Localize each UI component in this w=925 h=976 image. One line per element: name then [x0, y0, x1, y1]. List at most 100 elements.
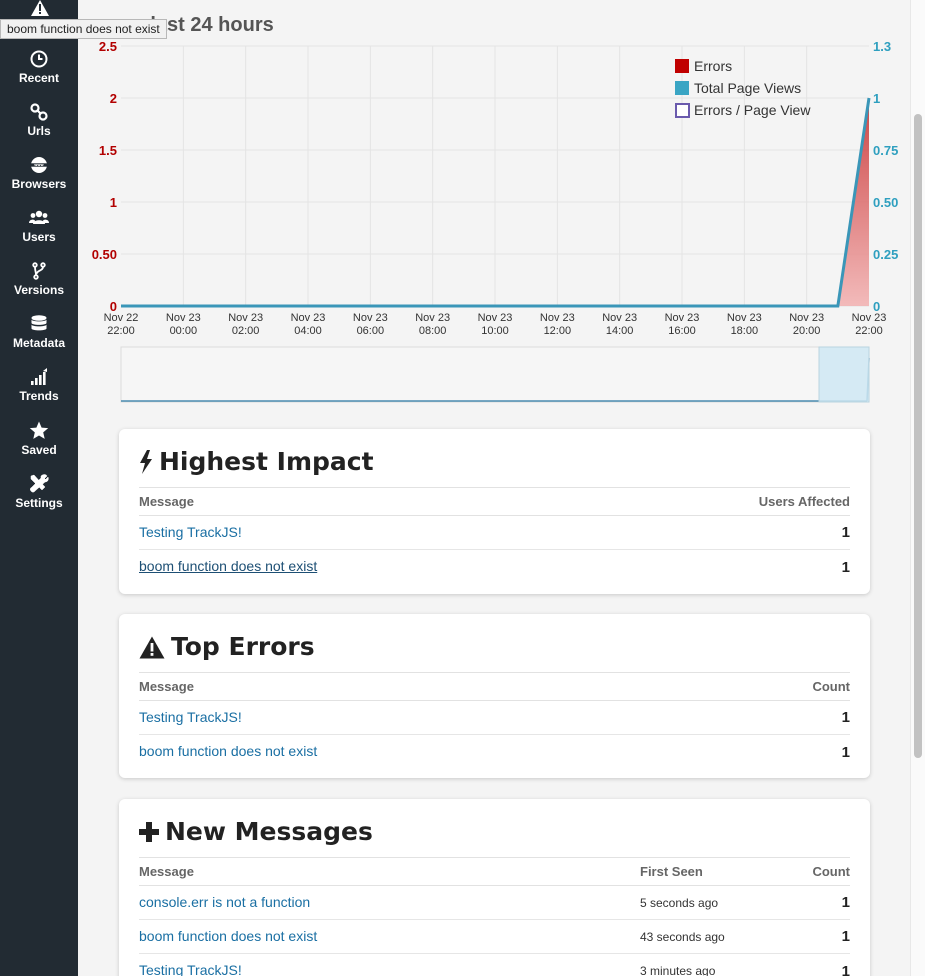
- error-link[interactable]: boom function does not exist: [139, 558, 317, 574]
- y-left-tick-label: 0.50: [92, 247, 117, 262]
- error-count: 1: [841, 743, 850, 761]
- card-title: Highest Impact: [139, 429, 850, 487]
- x-tick-label: Nov 23: [540, 312, 575, 324]
- nav-trends[interactable]: Trends: [0, 368, 78, 418]
- users-count: 1: [841, 558, 850, 576]
- x-tick-label: Nov 23: [291, 312, 326, 324]
- error-link[interactable]: console.err is not a function: [139, 894, 310, 910]
- table-row: Testing TrackJS! 1: [139, 516, 850, 550]
- error-link[interactable]: Testing TrackJS!: [139, 524, 242, 540]
- table-row: console.err is not a function 5 seconds …: [139, 886, 850, 920]
- range-navigator[interactable]: [120, 346, 870, 403]
- card-title-text: Top Errors: [171, 632, 315, 661]
- y-left-tick-label: 2: [110, 91, 117, 106]
- y-left-tick-label: 1: [110, 195, 117, 210]
- legend-swatch: [675, 59, 689, 73]
- table-row: boom function does not exist 43 seconds …: [139, 920, 850, 954]
- new-messages-card: New Messages Message First Seen Count co…: [119, 799, 870, 976]
- legend-label: Total Page Views: [694, 80, 801, 96]
- nav-saved[interactable]: Saved: [0, 421, 78, 471]
- x-tick-label: Nov 23: [727, 312, 762, 324]
- first-seen: 43 seconds ago: [640, 929, 725, 944]
- star-icon: [29, 421, 49, 439]
- nav-label: Saved: [21, 443, 57, 457]
- nav-label: Trends: [19, 389, 59, 403]
- dashboard-main: r last 24 hours Nov 22 22:00 Nov 23 00:00 No…: [78, 0, 910, 976]
- y-right-tick-label: 0.25: [873, 247, 898, 262]
- x-tick-label: 22:00: [855, 325, 883, 337]
- x-tick-label: Nov 23: [478, 312, 513, 324]
- x-tick-label: 22:00: [107, 325, 135, 337]
- bolt-icon: [140, 450, 152, 474]
- col-message: Message: [139, 679, 194, 694]
- y-left-tick-label: 0: [110, 299, 117, 314]
- x-tick-label: Nov 23: [228, 312, 263, 324]
- svg-text:www: www: [34, 163, 44, 167]
- col-count: Count: [812, 679, 850, 694]
- scrollbar-thumb[interactable]: [914, 114, 922, 758]
- database-icon: [31, 315, 47, 331]
- x-tick-label: 10:00: [481, 325, 509, 337]
- trends-icon: [31, 368, 47, 385]
- x-tick-label: Nov 23: [852, 312, 887, 324]
- error-link[interactable]: boom function does not exist: [139, 743, 317, 759]
- nav-label: Urls: [27, 124, 51, 138]
- warning-icon: [139, 636, 165, 658]
- sidebar-nav: Recent Urls www Browsers Users Versions …: [0, 0, 78, 976]
- nav-label: Recent: [18, 71, 59, 85]
- navigator-selection[interactable]: [818, 346, 870, 403]
- x-tick-label: 16:00: [668, 325, 696, 337]
- nav-versions[interactable]: Versions: [0, 262, 78, 312]
- x-tick-label: Nov 23: [166, 312, 201, 324]
- y-right-tick-label: 0.50: [873, 195, 898, 210]
- x-tick-label: 20:00: [793, 325, 821, 337]
- error-count: 1: [841, 709, 850, 726]
- branch-icon: [32, 262, 46, 280]
- nav-browsers[interactable]: www Browsers: [0, 156, 78, 206]
- nav-metadata[interactable]: Metadata: [0, 315, 78, 365]
- x-tick-label: 14:00: [606, 325, 634, 337]
- link-icon: [30, 103, 48, 121]
- nav-recent[interactable]: Recent: [0, 50, 78, 100]
- clock-icon: [30, 50, 48, 68]
- table-row: boom function does not exist 1: [139, 550, 850, 584]
- table-row: Testing TrackJS! 3 minutes ago 1: [139, 954, 850, 976]
- card-title: New Messages: [139, 799, 850, 857]
- top-errors-card: Top Errors Message Count Testing TrackJS…: [119, 614, 870, 778]
- nav-label: Users: [22, 230, 56, 244]
- error-link[interactable]: Testing TrackJS!: [139, 709, 242, 725]
- error-link[interactable]: Testing TrackJS!: [139, 962, 242, 976]
- col-message: Message: [139, 864, 194, 879]
- table-row: boom function does not exist 1: [139, 735, 850, 769]
- first-seen: 5 seconds ago: [640, 895, 719, 910]
- users-count: 1: [841, 524, 850, 541]
- y-left-tick-label: 1.5: [99, 143, 117, 158]
- highest-impact-card: Highest Impact Message Users Affected Te…: [119, 429, 870, 594]
- x-tick-label: 12:00: [544, 325, 572, 337]
- col-users-affected: Users Affected: [758, 494, 850, 509]
- col-first-seen: First Seen: [640, 864, 703, 879]
- message-count: 1: [841, 962, 850, 976]
- plus-icon: [139, 822, 159, 842]
- tools-icon: [30, 474, 49, 493]
- nav-urls[interactable]: Urls: [0, 103, 78, 153]
- x-tick-label: Nov 23: [415, 312, 450, 324]
- nav-label: Settings: [15, 496, 63, 510]
- legend-label: Errors: [694, 58, 732, 74]
- warning-icon[interactable]: [31, 0, 49, 16]
- nav-settings[interactable]: Settings: [0, 474, 78, 524]
- x-tick-label: 08:00: [419, 325, 447, 337]
- errors-chart[interactable]: Nov 2222:00Nov 2300:00Nov 2302:00Nov 230…: [78, 0, 910, 410]
- nav-label: Versions: [13, 283, 65, 297]
- users-icon: [29, 210, 49, 224]
- globe-icon: www: [31, 157, 47, 173]
- error-link[interactable]: boom function does not exist: [139, 928, 317, 944]
- x-tick-label: Nov 23: [789, 312, 824, 324]
- card-title: Top Errors: [139, 614, 850, 672]
- x-tick-label: 02:00: [232, 325, 260, 337]
- first-seen: 3 minutes ago: [640, 964, 716, 976]
- nav-label: Browsers: [11, 177, 67, 191]
- card-title-text: New Messages: [165, 817, 373, 846]
- nav-users[interactable]: Users: [0, 209, 78, 259]
- x-tick-label: Nov 23: [665, 312, 700, 324]
